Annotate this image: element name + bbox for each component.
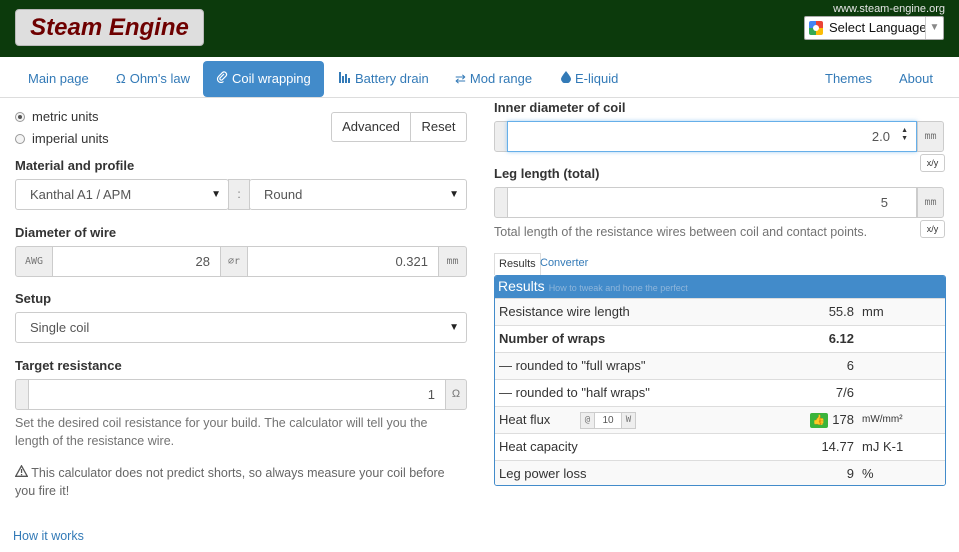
tab-coil-wrapping[interactable]: Coil wrapping	[203, 61, 324, 97]
main-nav: Main page Ω Ohm's law Coil wrapping Batte…	[0, 57, 959, 98]
tab-themes[interactable]: Themes	[825, 61, 872, 97]
omega-icon: Ω	[116, 71, 126, 86]
diameter-symbol-addon: ⌀r	[220, 246, 248, 277]
ohm-unit-addon: Ω	[445, 379, 467, 410]
result-row-leg-power-loss: Leg power loss 9%	[495, 460, 945, 485]
warning-text: This calculator does not predict shorts,…	[14, 464, 445, 498]
result-row-wraps: Number of wraps 6.12	[495, 325, 945, 352]
result-row-half-wraps: — rounded to "half wraps" 7/6	[495, 379, 945, 406]
site-url: www.steam-engine.org	[833, 3, 945, 15]
inner-diameter-left-addon	[494, 121, 508, 152]
heat-flux-watts-input[interactable]: @10 W	[580, 412, 636, 429]
results-panel: Results How to tweak and hone the perfect…	[494, 275, 946, 486]
leg-length-input[interactable]: 5	[507, 187, 917, 218]
tab-mod-range[interactable]: ⇄ Mod range	[455, 61, 532, 97]
inner-diameter-ratio-button[interactable]: x/y	[920, 154, 945, 172]
setup-select[interactable]: Single coil ▼	[15, 312, 467, 343]
target-resistance-label: Target resistance	[15, 358, 122, 373]
language-select-label: Select Language	[829, 20, 927, 35]
results-panel-header: Results How to tweak and hone the perfect	[495, 276, 945, 298]
heat-flux-unit: mW/mm²	[862, 414, 903, 425]
profile-select[interactable]: Round ▼	[249, 179, 467, 210]
inner-diameter-unit-addon: mm	[917, 121, 944, 152]
leg-length-unit-addon: mm	[917, 187, 944, 218]
result-row-wire-length: Resistance wire length 55.8 mm	[495, 298, 945, 325]
target-resistance-input[interactable]: 1	[28, 379, 446, 410]
wire-diameter-input[interactable]: 0.321	[247, 246, 439, 277]
material-separator: :	[228, 179, 250, 210]
material-label: Material and profile	[15, 158, 135, 173]
leg-length-label: Leg length (total)	[494, 166, 600, 181]
radio-empty-icon	[15, 134, 25, 144]
top-header: Steam Engine www.steam-engine.org Select…	[0, 0, 959, 57]
spinner-icon[interactable]: ▲ ▼	[901, 127, 908, 143]
language-select[interactable]: Select Language ▼	[804, 16, 944, 40]
chevron-down-icon: ▼	[925, 17, 943, 39]
target-help-text: Set the desired coil resistance for your…	[15, 416, 428, 448]
material-select[interactable]: Kanthal A1 / APM ▼	[15, 179, 229, 210]
caret-down-icon: ▼	[211, 189, 221, 200]
caret-down-icon: ▼	[449, 189, 459, 200]
imperial-units-radio[interactable]: imperial units	[15, 131, 109, 146]
site-logo[interactable]: Steam Engine	[15, 9, 204, 46]
how-it-works-link[interactable]: How it works	[13, 529, 84, 543]
reset-button[interactable]: Reset	[410, 112, 467, 142]
tab-e-liquid[interactable]: E-liquid	[561, 61, 618, 97]
caret-down-icon: ▼	[449, 322, 459, 333]
result-row-full-wraps: — rounded to "full wraps" 6	[495, 352, 945, 379]
results-table: Resistance wire length 55.8 mm Number of w…	[495, 298, 945, 485]
results-title: Results	[498, 278, 545, 294]
mm-unit-addon: mm	[438, 246, 467, 277]
radio-selected-icon	[15, 112, 25, 122]
tab-battery-drain[interactable]: Battery drain	[339, 61, 429, 97]
transfer-icon: ⇄	[455, 71, 466, 86]
awg-addon: AWG	[15, 246, 53, 277]
inner-diameter-label: Inner diameter of coil	[494, 100, 626, 115]
setup-label: Setup	[15, 291, 52, 306]
inner-diameter-input[interactable]: 2.0 ▲ ▼	[507, 121, 917, 152]
target-left-addon	[15, 379, 29, 410]
results-subtitle: How to tweak and hone the perfect	[548, 283, 688, 293]
droplet-icon	[561, 61, 571, 97]
thumbs-up-icon: 👍	[810, 413, 828, 428]
leg-length-help-text: Total length of the resistance wires bet…	[494, 225, 868, 239]
tab-ohms-law[interactable]: Ω Ohm's law	[116, 61, 190, 97]
result-row-heat-flux: Heat flux @10 W 👍 178 mW/mm²	[495, 406, 945, 433]
tab-converter[interactable]: Converter	[536, 253, 592, 275]
warning-icon	[14, 464, 31, 480]
bar-chart-icon	[339, 61, 351, 97]
diameter-label: Diameter of wire	[15, 225, 117, 240]
leg-length-ratio-button[interactable]: x/y	[920, 220, 945, 238]
tab-about[interactable]: About	[899, 61, 933, 97]
tab-results[interactable]: Results	[494, 253, 541, 275]
advanced-button[interactable]: Advanced	[331, 112, 411, 142]
metric-units-radio[interactable]: metric units	[15, 109, 98, 124]
awg-input[interactable]: 28	[52, 246, 221, 277]
tab-main-page[interactable]: Main page	[28, 61, 89, 97]
leg-length-left-addon	[494, 187, 508, 218]
paperclip-icon	[216, 61, 228, 97]
google-icon	[809, 21, 823, 35]
result-row-heat-capacity: Heat capacity 14.77 mJ K-1	[495, 433, 945, 460]
